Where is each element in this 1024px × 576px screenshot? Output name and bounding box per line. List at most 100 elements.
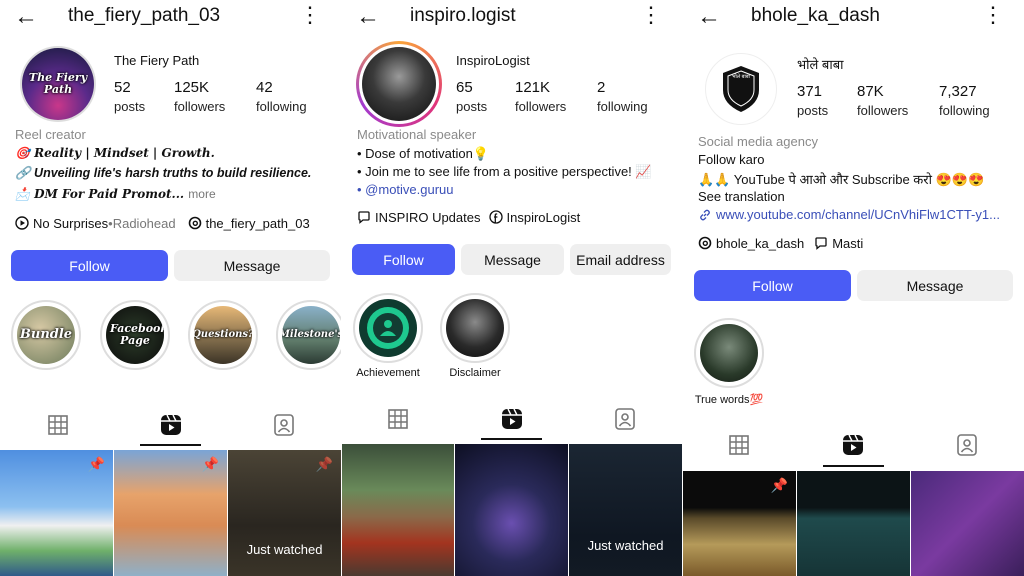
- top-bar: ← bhole_ka_dash ⋮: [683, 0, 1024, 34]
- following-label[interactable]: following: [939, 103, 990, 118]
- highlight-milestones-label: Milestone's: [282, 329, 340, 340]
- music-title: No Surprises: [33, 215, 109, 231]
- bio-line-1: • Dose of motivation💡: [357, 146, 490, 161]
- username-title: bhole_ka_dash: [751, 5, 880, 26]
- reel-tile[interactable]: [342, 444, 454, 576]
- posts-count: 52: [114, 79, 131, 96]
- display-name: भोले बाबा: [797, 57, 844, 72]
- reel-tile[interactable]: [455, 444, 568, 576]
- highlight-bundle-label: Bundle: [19, 327, 73, 342]
- more-options-icon[interactable]: ⋮: [982, 4, 1004, 26]
- threads-handle[interactable]: bhole_ka_dash: [716, 236, 804, 251]
- following-count[interactable]: 7,327: [939, 83, 977, 100]
- broadcast-channel-icon: [358, 211, 370, 224]
- channel-link[interactable]: Masti: [832, 236, 863, 251]
- tagged-tab-icon[interactable]: [272, 414, 296, 436]
- play-circle-icon: [15, 216, 29, 230]
- follow-button[interactable]: Follow: [352, 244, 455, 275]
- highlight-true-words[interactable]: [694, 318, 764, 388]
- profile-panel-the-fiery-path: ← the_fiery_path_03 ⋮ The Fiery Path The…: [0, 0, 341, 576]
- avatar-logo-text: भोले बाबा: [732, 74, 750, 80]
- grid-tab-icon[interactable]: [46, 414, 70, 436]
- tagged-tab-icon[interactable]: [955, 434, 979, 456]
- highlight-facebook-page[interactable]: Facebook Page: [100, 300, 170, 370]
- category-label: Social media agency: [698, 134, 818, 149]
- facebook-link[interactable]: InspiroLogist: [507, 210, 581, 225]
- reels-tab-icon[interactable]: [841, 434, 865, 456]
- following-label[interactable]: following: [597, 99, 648, 114]
- following-count[interactable]: 2: [597, 79, 605, 96]
- bio-line-2: • Join me to see life from a positive pe…: [357, 164, 652, 179]
- link-icon: [700, 209, 710, 220]
- posts-count: 371: [797, 83, 823, 100]
- reels-tab-icon[interactable]: [500, 408, 524, 430]
- back-arrow-icon[interactable]: ←: [356, 5, 380, 29]
- reel-tile[interactable]: [911, 471, 1024, 576]
- followers-count[interactable]: 121K: [515, 79, 550, 96]
- following-count[interactable]: 42: [256, 79, 273, 96]
- follow-button[interactable]: Follow: [11, 250, 168, 281]
- back-arrow-icon[interactable]: ←: [14, 5, 38, 29]
- message-button[interactable]: Message: [857, 270, 1013, 301]
- reel-tile-label: Just watched: [587, 538, 664, 553]
- avatar[interactable]: [705, 53, 777, 125]
- display-name: The Fiery Path: [114, 53, 200, 68]
- broadcast-channel-icon: [815, 237, 827, 250]
- highlight-milestones[interactable]: Milestone's: [276, 300, 341, 370]
- back-arrow-icon[interactable]: ←: [697, 5, 721, 29]
- bio-line-2: 🔗 Unveiling life's harsh truths to build…: [15, 166, 312, 180]
- reel-tile[interactable]: 📌: [0, 450, 113, 576]
- message-button[interactable]: Message: [461, 244, 564, 275]
- followers-label[interactable]: followers: [857, 103, 908, 118]
- see-translation-link[interactable]: See translation: [698, 189, 785, 204]
- followers-count[interactable]: 125K: [174, 79, 209, 96]
- website-url[interactable]: www.youtube.com/channel/UCnVhiFlw1CTT-y1…: [716, 207, 1000, 222]
- following-label[interactable]: following: [256, 99, 307, 114]
- follow-button[interactable]: Follow: [694, 270, 851, 301]
- username-title: inspiro.logist: [410, 5, 516, 26]
- grid-tab-icon[interactable]: [386, 408, 410, 430]
- avatar[interactable]: The Fiery Path: [22, 48, 94, 120]
- bio-line-1: Follow karo: [698, 152, 765, 167]
- website-row[interactable]: www.youtube.com/channel/UCnVhiFlw1CTT-y1…: [698, 207, 1000, 222]
- highlight-disclaimer[interactable]: [440, 293, 510, 363]
- top-bar: ← the_fiery_path_03 ⋮: [0, 0, 341, 34]
- top-bar: ← inspiro.logist ⋮: [342, 0, 682, 34]
- reels-tab-underline: [481, 438, 542, 440]
- avatar[interactable]: [362, 47, 436, 121]
- followers-label[interactable]: followers: [174, 99, 225, 114]
- reel-tile[interactable]: 📌 Just watched: [228, 450, 341, 576]
- pin-icon: 📌: [315, 456, 333, 472]
- message-button[interactable]: Message: [174, 250, 330, 281]
- pin-icon: 📌: [87, 456, 105, 472]
- followers-count[interactable]: 87K: [857, 83, 884, 100]
- more-options-icon[interactable]: ⋮: [640, 4, 662, 26]
- pin-icon: 📌: [770, 477, 788, 493]
- posts-label: posts: [456, 99, 488, 114]
- channel-link[interactable]: INSPIRO Updates: [375, 210, 481, 225]
- music-row[interactable]: No Surprises • Radiohead the_fiery_path_…: [15, 214, 310, 232]
- highlight-achievement-label: Achievement: [356, 367, 420, 379]
- reel-tile[interactable]: [797, 471, 910, 576]
- reel-tile[interactable]: Just watched: [569, 444, 682, 576]
- bio-mention-link[interactable]: • @motive.guruu: [357, 182, 454, 197]
- highlight-questions[interactable]: Questions?: [188, 300, 258, 370]
- pin-icon: 📌: [201, 456, 219, 472]
- more-options-icon[interactable]: ⋮: [299, 4, 321, 26]
- followers-label[interactable]: followers: [515, 99, 566, 114]
- more-link[interactable]: more: [188, 187, 215, 201]
- bio-line-1: 🎯 Reality | Mindset | Growth.: [15, 146, 215, 160]
- highlight-bundle[interactable]: Bundle: [11, 300, 81, 370]
- tagged-tab-icon[interactable]: [613, 408, 637, 430]
- category-label: Motivational speaker: [357, 127, 477, 142]
- reel-tile[interactable]: 📌: [114, 450, 227, 576]
- highlight-facebook-label: Facebook Page: [110, 322, 164, 347]
- grid-tab-icon[interactable]: [727, 434, 751, 456]
- reel-tile[interactable]: 📌: [683, 471, 796, 576]
- email-address-button[interactable]: Email address: [570, 244, 671, 275]
- highlight-achievement[interactable]: [353, 293, 423, 363]
- reels-tab-icon[interactable]: [159, 414, 183, 436]
- links-row: INSPIRO Updates InspiroLogist: [357, 208, 580, 226]
- reel-tile-label: Just watched: [246, 542, 323, 557]
- profile-panel-bhole-ka-dash: ← bhole_ka_dash ⋮ भोले बाबा भोले बाबा 37…: [683, 0, 1024, 576]
